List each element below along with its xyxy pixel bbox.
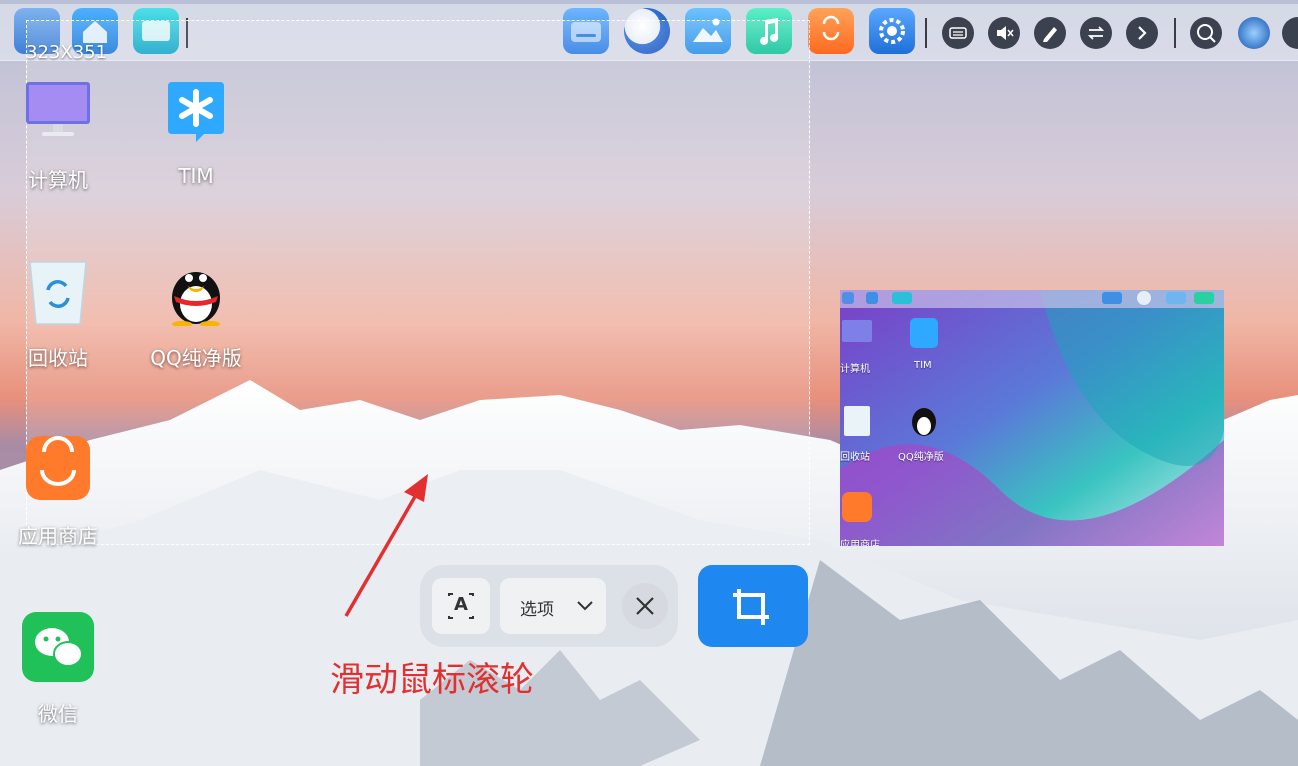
desktop-icon-tim[interactable]: TIM (146, 78, 246, 198)
crop-icon (733, 589, 769, 625)
desktop-icon-label: TIM (178, 164, 214, 188)
annotation-text: 滑动鼠标滚轮 (330, 660, 534, 700)
capture-preview: 计算机 TIM 回收站 QQ纯净版 应用商店 (840, 290, 1224, 546)
close-button[interactable] (622, 583, 668, 629)
confirm-capture-button[interactable] (698, 565, 808, 647)
preview-label: QQ纯净版 (898, 452, 944, 463)
app-store-icon (26, 436, 90, 500)
computer-icon (26, 82, 90, 136)
capture-selection-area[interactable] (26, 20, 810, 545)
qq-icon (172, 272, 220, 327)
preview-label: 计算机 (840, 364, 870, 375)
assistant-icon[interactable] (1238, 17, 1270, 49)
taskbar-separator (1174, 18, 1176, 48)
preview-label: 应用商店 (840, 540, 880, 546)
volume-mute-icon[interactable] (988, 17, 1020, 49)
settings-icon[interactable] (869, 8, 915, 54)
chevron-down-icon (577, 601, 593, 611)
desktop-icon-label: 回收站 (28, 346, 88, 370)
ocr-button[interactable]: A (432, 578, 490, 634)
desktop-icon-computer[interactable]: 计算机 (8, 78, 108, 198)
app-store-taskbar-icon[interactable] (808, 8, 854, 54)
selection-size-label: 323X351 (26, 42, 108, 63)
preview-label: TIM (914, 360, 932, 371)
options-dropdown[interactable]: 选项 (500, 578, 606, 634)
text-recognition-glyph: A (454, 594, 468, 615)
desktop-icon-app-store[interactable]: 应用商店 (8, 434, 108, 554)
recycle-bin-icon (29, 261, 87, 325)
desktop-icon-qq[interactable]: QQ纯净版 (146, 256, 246, 376)
tim-icon (168, 82, 224, 142)
chevron-right-icon[interactable] (1126, 17, 1158, 49)
desktop-icon-label: 微信 (38, 702, 78, 726)
desktop-icon-wechat[interactable]: 微信 (8, 612, 108, 732)
desktop-icon-label: 应用商店 (18, 524, 98, 548)
preview-label: 回收站 (840, 452, 870, 463)
keyboard-icon[interactable] (942, 17, 974, 49)
desktop-icon-recycle-bin[interactable]: 回收站 (8, 256, 108, 376)
pen-icon[interactable] (1034, 17, 1066, 49)
close-icon (636, 597, 654, 615)
desktop-icon-label: 计算机 (28, 168, 88, 192)
more-icon[interactable] (1282, 17, 1298, 49)
wechat-icon (22, 612, 94, 682)
options-label: 选项 (520, 600, 554, 620)
screenshot-toolbar: A 选项 (420, 565, 678, 647)
taskbar-separator (925, 18, 927, 48)
desktop-icon-label: QQ纯净版 (150, 346, 242, 370)
search-icon[interactable] (1190, 17, 1222, 49)
switch-icon[interactable] (1080, 17, 1112, 49)
